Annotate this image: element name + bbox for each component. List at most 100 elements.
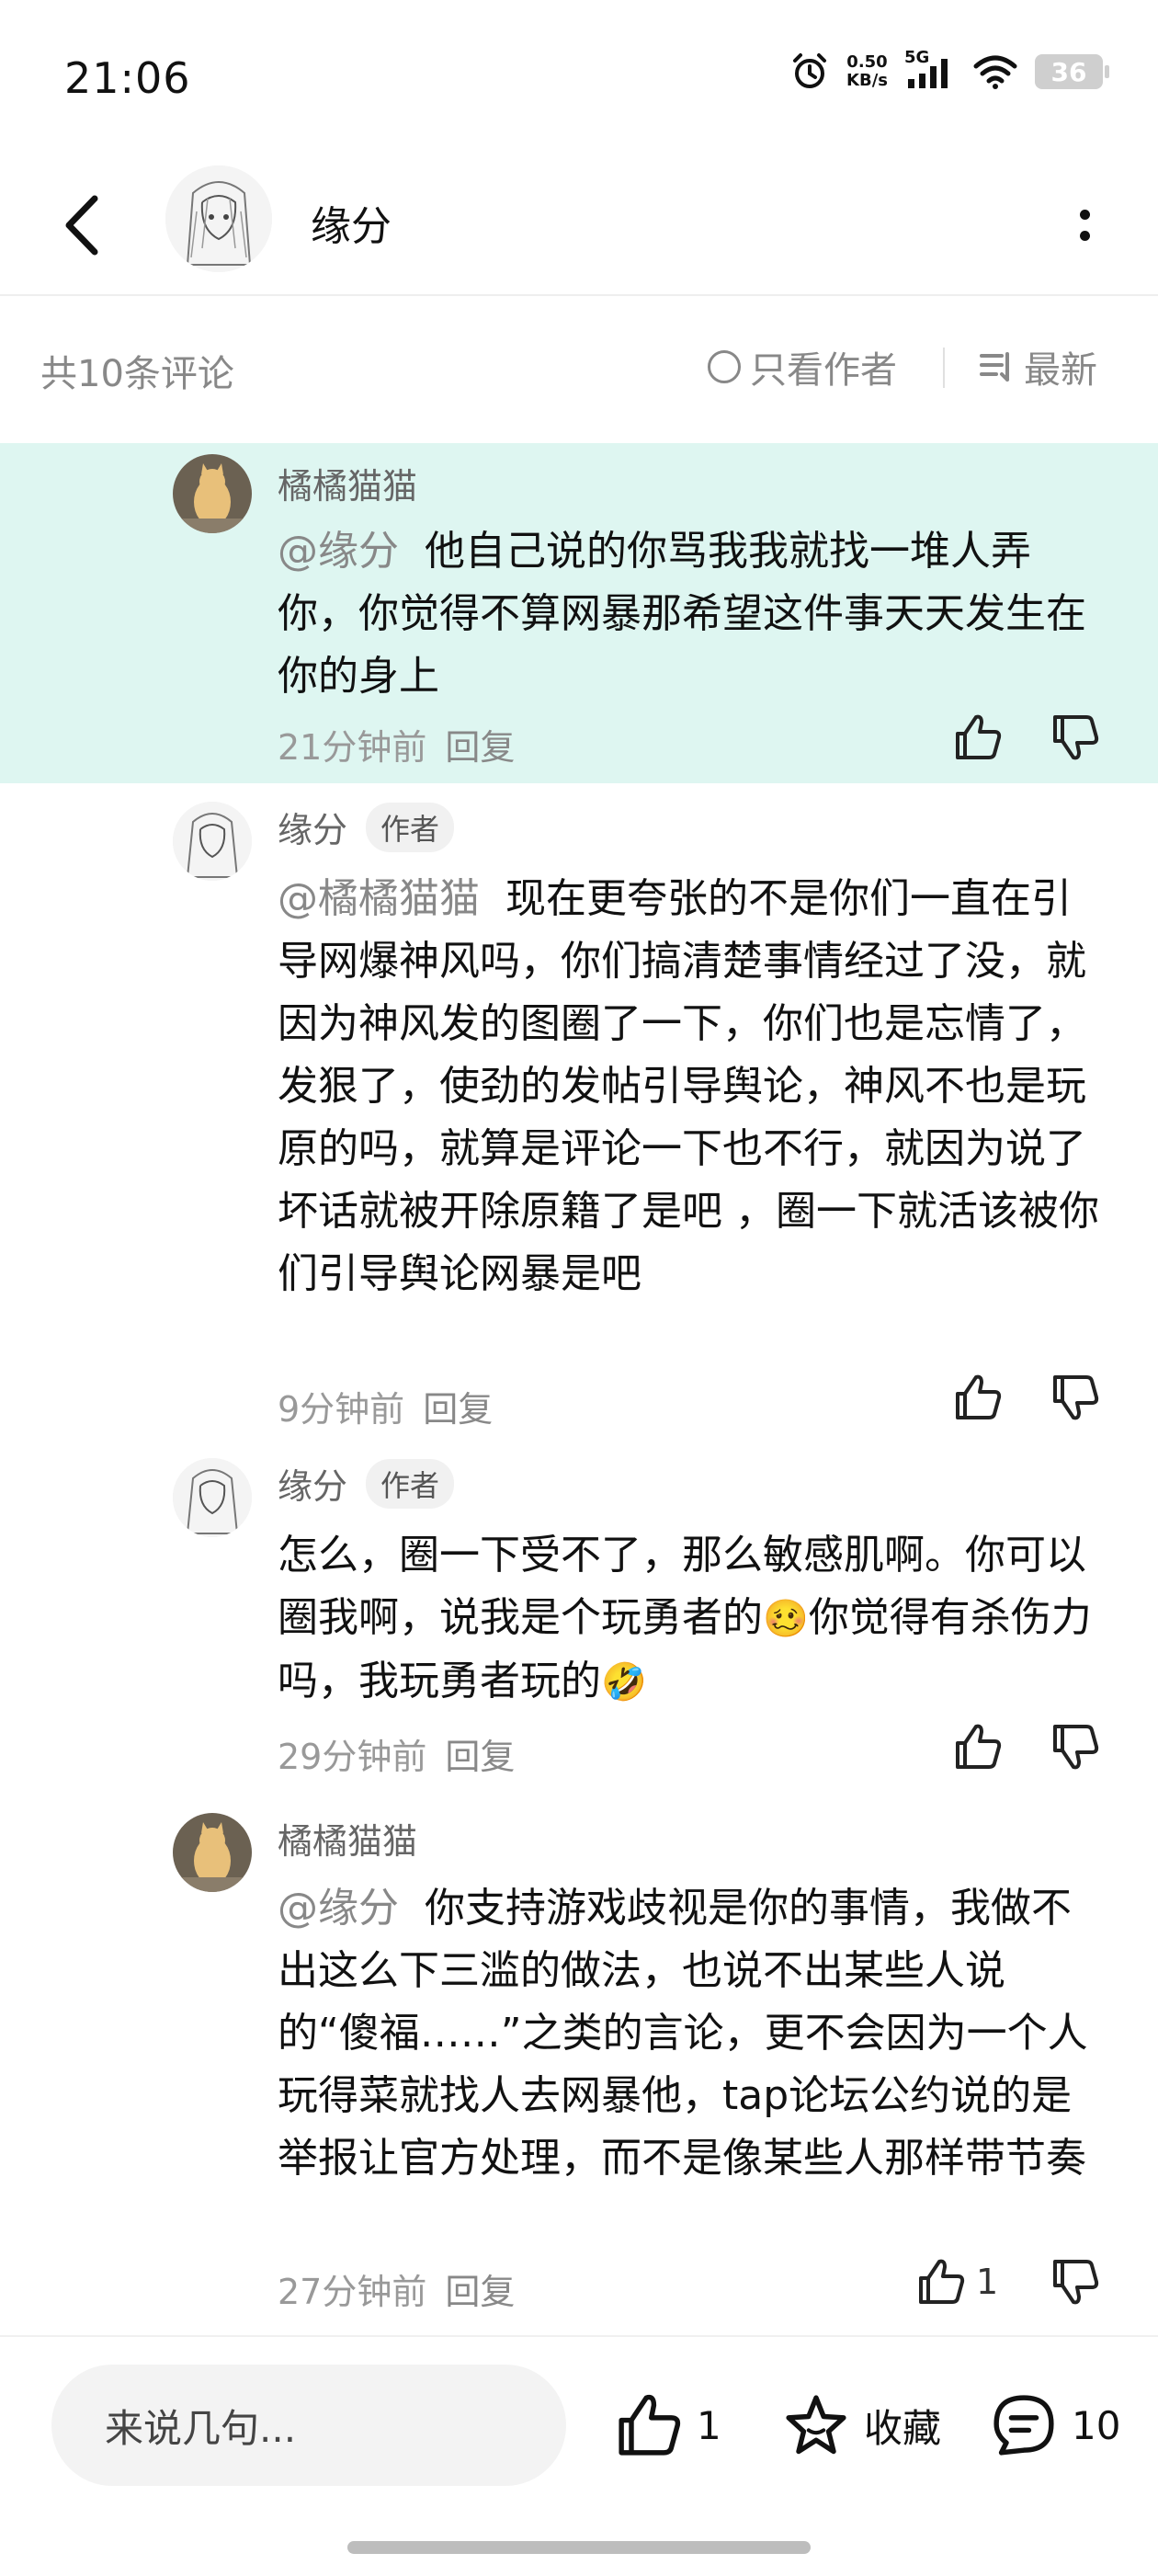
comment-text: @橘橘猫猫 现在更夸张的不是你们一直在引导网爆神风吗，你们搞清楚事情经过了没，就… <box>278 868 1105 1305</box>
header-avatar[interactable] <box>165 165 272 272</box>
thumbs-down-icon <box>1053 1375 1099 1420</box>
only-author-label: 只看作者 <box>750 349 897 392</box>
reply-button[interactable]: 回复 <box>445 2272 515 2312</box>
comment-input-placeholder: 来说几句... <box>105 2405 297 2451</box>
star-icon <box>786 2395 846 2455</box>
comment-total-count: 10 <box>1072 2402 1121 2448</box>
post-like-count: 1 <box>697 2402 721 2448</box>
like-button[interactable] <box>952 1372 1004 1423</box>
thumbs-down-icon <box>1053 1725 1099 1770</box>
anime-avatar-image <box>173 1458 252 1537</box>
author-badge: 作者 <box>366 1458 455 1509</box>
favorite-button[interactable]: 收藏 <box>781 2390 941 2460</box>
username-text: 缘分 <box>278 1466 348 1507</box>
only-author-toggle[interactable]: 只看作者 <box>708 340 897 393</box>
reply-button[interactable]: 回复 <box>445 1737 515 1777</box>
comment-body: 他自己说的你骂我我就找一堆人弄你，你觉得不算网暴那希望这件事天天发生在你的身上 <box>278 528 1086 700</box>
avatar[interactable] <box>173 1458 252 1537</box>
thumbs-up-icon <box>919 2259 965 2304</box>
comment-time: 29分钟前 <box>278 1737 427 1777</box>
comment-body: 你支持游戏歧视是你的事情，我做不出这么下三滥的做法，也说不出某些人说的“傻福……… <box>278 1885 1088 2182</box>
sort-icon <box>980 352 1009 382</box>
comment-meta: 9分钟前 回复 <box>278 1381 493 1431</box>
status-bar: 21:06 0.50 KB/s 5G 36 <box>0 0 1158 156</box>
dislike-button[interactable] <box>1050 2256 1101 2311</box>
like-button[interactable] <box>952 1721 1004 1772</box>
anime-avatar-image <box>173 802 252 881</box>
comment-item: 缘分 作者 @橘橘猫猫 现在更夸张的不是你们一直在引导网爆神风吗，你们搞清楚事情… <box>0 791 1158 1434</box>
wifi-icon <box>973 55 1017 89</box>
username-text: 橘橘猫猫 <box>278 1821 418 1862</box>
battery-indicator: 36 <box>1035 54 1109 89</box>
comment-username[interactable]: 橘橘猫猫 <box>278 1813 417 1864</box>
comment-item: 缘分 作者 怎么，圈一下受不了，那么敏感肌啊。你可以圈我啊，说我是个玩勇者的🥴你… <box>0 1449 1158 1789</box>
comment-time: 27分钟前 <box>278 2272 427 2312</box>
like-button[interactable] <box>952 712 1004 763</box>
comment-item: 橘橘猫猫 @缘分 你支持游戏歧视是你的事情，我做不出这么下三滥的做法，也说不出某… <box>0 1802 1158 2326</box>
mention-link[interactable]: @缘分 <box>278 528 399 575</box>
dislike-button[interactable] <box>1050 712 1101 767</box>
comment-username[interactable]: 缘分 作者 <box>278 1458 455 1509</box>
home-indicator[interactable] <box>347 2541 811 2554</box>
thumbs-down-icon <box>1053 2260 1099 2305</box>
author-badge: 作者 <box>366 802 455 852</box>
comment-meta: 21分钟前 回复 <box>278 719 515 769</box>
network-speed-value: 0.50 <box>846 52 888 72</box>
thumbs-up-icon <box>956 714 1002 759</box>
comment-meta: 29分钟前 回复 <box>278 1728 515 1779</box>
comment-time: 9分钟前 <box>278 1389 405 1430</box>
mention-link[interactable]: @缘分 <box>278 1885 399 1932</box>
reply-button[interactable]: 回复 <box>445 727 515 768</box>
cat-avatar-image <box>173 454 252 533</box>
comments-button[interactable]: 10 <box>989 2390 1120 2460</box>
favorite-label: 收藏 <box>864 2405 942 2451</box>
username-text: 缘分 <box>278 810 348 850</box>
avatar[interactable] <box>173 1813 252 1892</box>
reply-button[interactable]: 回复 <box>423 1389 493 1430</box>
signal-icon: 5G <box>904 48 956 92</box>
dislike-button[interactable] <box>1050 1372 1101 1427</box>
signal-type: 5G <box>904 48 930 67</box>
more-vertical-icon <box>1079 210 1090 220</box>
sort-label: 最新 <box>1024 349 1097 392</box>
comment-filter-bar: 共10条评论 只看作者 最新 <box>0 296 1158 441</box>
rofl-emoji: 🤣 <box>601 1661 647 1704</box>
comment-text: 怎么，圈一下受不了，那么敏感肌啊。你可以圈我啊，说我是个玩勇者的🥴你觉得有杀伤力… <box>278 1524 1105 1714</box>
post-like-button[interactable]: 1 <box>614 2390 721 2460</box>
comment-text: @缘分 你支持游戏歧视是你的事情，我做不出这么下三滥的做法，也说不出某些人说的“… <box>278 1877 1105 2190</box>
like-button[interactable]: 1 <box>915 2256 998 2308</box>
network-speed-unit: KB/s <box>846 71 888 90</box>
comment-input[interactable]: 来说几句... <box>51 2365 566 2486</box>
battery-level: 36 <box>1050 56 1087 87</box>
thumbs-up-icon <box>619 2394 681 2456</box>
comment-item: 橘橘猫猫 @缘分 他自己说的你骂我我就找一堆人弄你，你觉得不算网暴那希望这件事天… <box>0 443 1158 783</box>
comment-username[interactable]: 橘橘猫猫 <box>278 458 417 508</box>
alarm-icon <box>793 53 827 88</box>
header: 缘分 <box>0 156 1158 296</box>
radio-circle-icon <box>708 350 741 383</box>
back-button[interactable] <box>55 184 110 267</box>
status-icons: 0.50 KB/s 5G 36 <box>789 48 1109 92</box>
mention-link[interactable]: @橘橘猫猫 <box>278 875 480 922</box>
page-title: 缘分 <box>311 203 392 250</box>
comment-username[interactable]: 缘分 作者 <box>278 802 455 852</box>
dislike-button[interactable] <box>1050 1721 1101 1776</box>
more-vertical-icon-dot <box>1079 231 1090 241</box>
thumbs-up-icon <box>956 1724 1002 1769</box>
cat-avatar-image <box>173 1813 252 1892</box>
comment-meta: 27分钟前 回复 <box>278 2263 515 2314</box>
chevron-left-icon <box>65 195 98 256</box>
avatar[interactable] <box>173 802 252 881</box>
network-speed: 0.50 KB/s <box>846 53 888 90</box>
comment-time: 21分钟前 <box>278 727 427 768</box>
thumbs-up-icon <box>956 1374 1002 1419</box>
bottom-action-bar: 来说几句... 1 收藏 10 <box>0 2335 1158 2576</box>
anime-avatar-image <box>165 165 272 272</box>
thumbs-down-icon <box>1053 715 1099 760</box>
status-time: 21:06 <box>64 53 191 103</box>
like-count: 1 <box>976 2262 999 2302</box>
avatar[interactable] <box>173 454 252 533</box>
username-text: 橘橘猫猫 <box>278 466 418 507</box>
sort-button[interactable]: 最新 <box>978 340 1097 393</box>
more-options-button[interactable] <box>1057 193 1112 257</box>
